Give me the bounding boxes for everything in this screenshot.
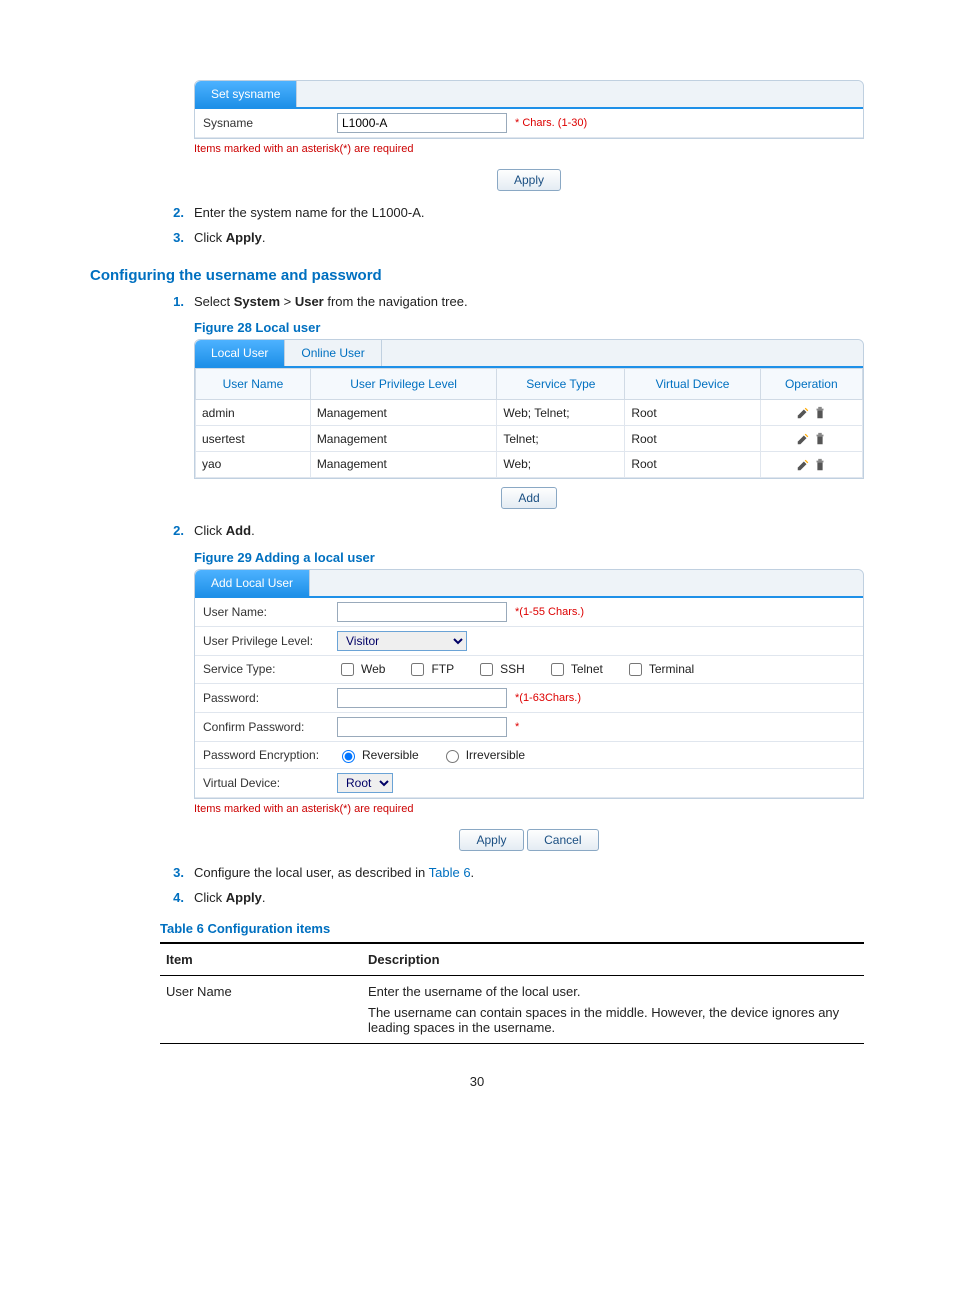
cfg-col-item: Item bbox=[160, 943, 362, 976]
step-2: 2.Enter the system name for the L1000-A. bbox=[160, 203, 864, 224]
cell-privilege: Management bbox=[310, 452, 497, 478]
cell-virtual-device: Root bbox=[625, 452, 760, 478]
tab-online-user[interactable]: Online User bbox=[285, 340, 381, 366]
cell-username: admin bbox=[196, 400, 311, 426]
confirm-password-label: Confirm Password: bbox=[195, 714, 331, 740]
config-items-table: Item Description User Name Enter the use… bbox=[160, 942, 864, 1044]
cell-username: yao bbox=[196, 452, 311, 478]
add-asterisk-note: Items marked with an asterisk(*) are req… bbox=[194, 803, 864, 815]
virtual-device-label: Virtual Device: bbox=[195, 770, 331, 796]
step-3: 3.Click Apply. bbox=[160, 228, 864, 249]
figure-28-caption: Figure 28 Local user bbox=[194, 320, 864, 335]
apply-button-2[interactable]: Apply bbox=[459, 829, 523, 851]
tab-add-local-user[interactable]: Add Local User bbox=[195, 570, 310, 596]
confirm-password-input[interactable] bbox=[337, 717, 507, 737]
sysname-input[interactable] bbox=[337, 113, 507, 133]
edit-icon[interactable] bbox=[796, 431, 810, 445]
virtual-device-select[interactable]: Root bbox=[337, 773, 393, 793]
radio-irreversible[interactable]: Irreversible bbox=[441, 747, 525, 763]
encryption-label: Password Encryption: bbox=[195, 742, 331, 768]
table-row: usertestManagementTelnet;Root bbox=[196, 426, 863, 452]
edit-icon[interactable] bbox=[796, 405, 810, 419]
col-virtual-device[interactable]: Virtual Device bbox=[625, 369, 760, 400]
sysname-asterisk-note: Items marked with an asterisk(*) are req… bbox=[194, 143, 864, 155]
delete-icon[interactable] bbox=[813, 405, 827, 419]
cancel-button[interactable]: Cancel bbox=[527, 829, 598, 851]
cell-service: Web; Telnet; bbox=[497, 400, 625, 426]
chk-terminal[interactable]: Terminal bbox=[625, 660, 694, 679]
step-4b: 4.Click Apply. bbox=[160, 888, 864, 909]
chk-ftp[interactable]: FTP bbox=[407, 660, 454, 679]
edit-icon[interactable] bbox=[796, 457, 810, 471]
add-local-user-panel: Add Local User User Name: *(1-55 Chars.)… bbox=[194, 569, 864, 799]
chk-telnet[interactable]: Telnet bbox=[547, 660, 603, 679]
col-privilege[interactable]: User Privilege Level bbox=[310, 369, 497, 400]
link-table6[interactable]: Table 6 bbox=[429, 865, 471, 880]
sysname-tabbar: Set sysname bbox=[195, 81, 863, 107]
table-6-caption: Table 6 Configuration items bbox=[160, 921, 864, 936]
cell-username: usertest bbox=[196, 426, 311, 452]
col-username[interactable]: User Name bbox=[196, 369, 311, 400]
apply-button[interactable]: Apply bbox=[497, 169, 561, 191]
step-3b: 3.Configure the local user, as described… bbox=[160, 863, 864, 884]
password-input[interactable] bbox=[337, 688, 507, 708]
heading-configuring-username: Configuring the username and password bbox=[90, 267, 864, 284]
add-button[interactable]: Add bbox=[501, 487, 556, 509]
cell-service: Telnet; bbox=[497, 426, 625, 452]
sysname-hint: * Chars. (1-30) bbox=[515, 117, 587, 129]
table-row: yaoManagementWeb;Root bbox=[196, 452, 863, 478]
step-1-nav: 1.Select System > User from the navigati… bbox=[160, 292, 864, 313]
cell-service: Web; bbox=[497, 452, 625, 478]
set-sysname-panel: Set sysname Sysname * Chars. (1-30) bbox=[194, 80, 864, 139]
delete-icon[interactable] bbox=[813, 457, 827, 471]
col-service-type[interactable]: Service Type bbox=[497, 369, 625, 400]
service-type-label: Service Type: bbox=[195, 656, 331, 682]
col-operation: Operation bbox=[760, 369, 862, 400]
username-input[interactable] bbox=[337, 602, 507, 622]
step-2b: 2.Click Add. bbox=[160, 521, 864, 542]
tab-set-sysname[interactable]: Set sysname bbox=[195, 81, 297, 107]
privilege-label: User Privilege Level: bbox=[195, 628, 331, 654]
chk-ssh[interactable]: SSH bbox=[476, 660, 525, 679]
cfg-desc-username: Enter the username of the local user. Th… bbox=[362, 975, 864, 1043]
sysname-label: Sysname bbox=[195, 110, 331, 136]
cell-virtual-device: Root bbox=[625, 400, 760, 426]
cell-privilege: Management bbox=[310, 426, 497, 452]
local-user-panel: Local User Online User User Name User Pr… bbox=[194, 339, 864, 478]
radio-reversible[interactable]: Reversible bbox=[337, 747, 419, 763]
chk-web[interactable]: Web bbox=[337, 660, 385, 679]
privilege-select[interactable]: Visitor bbox=[337, 631, 467, 651]
cell-virtual-device: Root bbox=[625, 426, 760, 452]
cfg-col-description: Description bbox=[362, 943, 864, 976]
delete-icon[interactable] bbox=[813, 431, 827, 445]
page-number: 30 bbox=[90, 1074, 864, 1089]
table-row: adminManagementWeb; Telnet;Root bbox=[196, 400, 863, 426]
figure-29-caption: Figure 29 Adding a local user bbox=[194, 550, 864, 565]
username-hint: *(1-55 Chars.) bbox=[515, 606, 584, 618]
tab-local-user[interactable]: Local User bbox=[195, 340, 285, 366]
username-label: User Name: bbox=[195, 599, 331, 625]
password-label: Password: bbox=[195, 685, 331, 711]
local-user-table: User Name User Privilege Level Service T… bbox=[195, 368, 863, 477]
confirm-password-hint: * bbox=[515, 721, 519, 733]
cell-privilege: Management bbox=[310, 400, 497, 426]
cfg-item-username: User Name bbox=[160, 975, 362, 1043]
password-hint: *(1-63Chars.) bbox=[515, 692, 581, 704]
